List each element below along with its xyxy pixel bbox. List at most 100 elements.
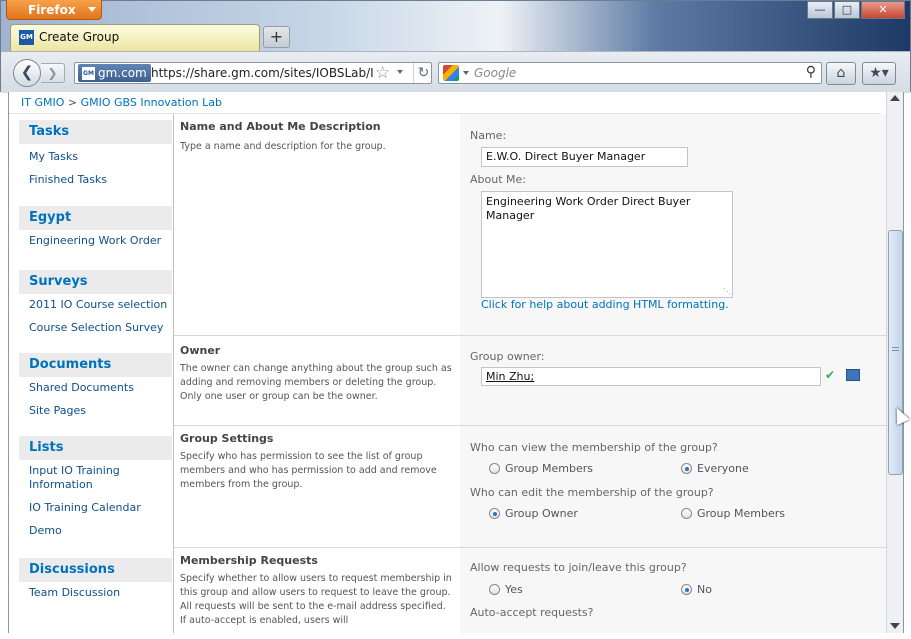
site-badge-label: gm.com [98,66,147,80]
window-controls: — □ ✕ [806,1,905,19]
search-engine-dropdown-icon[interactable] [463,71,469,75]
nav-heading-lists[interactable]: Lists [19,436,172,460]
allow-radio-yes[interactable]: Yes [489,583,523,596]
nav-heading-discussions[interactable]: Discussions [19,558,172,582]
chevron-down-icon [88,7,96,12]
edit-radio-group-members[interactable]: Group Members [681,507,785,520]
nav-item-input-io-training[interactable]: Input IO Training Information [19,460,129,492]
nav-item-shared-documents[interactable]: Shared Documents [19,377,172,395]
nav-heading-tasks[interactable]: Tasks [19,120,172,144]
edit-membership-question: Who can edit the membership of the group… [470,486,714,499]
nav-heading-documents[interactable]: Documents [19,353,172,377]
membership-requests-title: Membership Requests [180,554,318,567]
name-label: Name: [470,129,507,142]
vertical-scrollbar[interactable] [886,92,903,633]
owner-section-controls: Group owner: Min Zhu; ✔ [460,336,886,425]
firefox-menu-button[interactable]: Firefox [6,0,102,20]
minimize-button[interactable]: — [807,1,833,19]
nav-item-finished-tasks[interactable]: Finished Tasks [19,164,172,187]
tab-create-group[interactable]: GM Create Group [10,24,260,51]
scrollbar-thumb[interactable] [888,230,903,475]
name-section-description: Name and About Me Description Type a nam… [174,114,460,335]
view-radio-group-members[interactable]: Group Members [489,462,593,475]
site-identity-badge[interactable]: GM gm.com [78,64,151,82]
nav-item-my-tasks[interactable]: My Tasks [19,144,172,164]
breadcrumb-current-link[interactable]: GMIO GBS Innovation Lab [81,96,222,109]
address-bar[interactable]: GM gm.com https://share.gm.com/sites/IOBS… [74,62,432,84]
breadcrumb-root-link[interactable]: IT GMIO [21,96,64,109]
about-me-textarea[interactable]: Engineering Work Order Direct Buyer Mana… [481,191,733,298]
group-owner-label: Group owner: [470,350,545,363]
bookmarks-button[interactable]: ★▾ [862,62,896,85]
group-settings-controls: Who can view the membership of the group… [460,426,886,547]
owner-section-title: Owner [180,344,221,357]
membership-requests-description: Membership Requests Specify whether to a… [174,548,460,633]
radio-label: Everyone [697,462,749,475]
edit-radio-group-owner[interactable]: Group Owner [489,507,578,520]
nav-item-engineering-work-order[interactable]: Engineering Work Order [19,230,172,248]
nav-heading-egypt[interactable]: Egypt [19,206,172,230]
check-names-icon[interactable]: ✔ [825,368,835,382]
close-button[interactable]: ✕ [861,1,905,19]
google-engine-icon[interactable] [443,65,459,81]
radio-selected-icon[interactable] [489,508,500,519]
search-box[interactable]: Google ⚲ [438,62,822,84]
html-formatting-help-link[interactable]: Click for help about adding HTML formatt… [481,298,729,311]
group-settings-text: Specify who has permission to see the li… [180,451,437,490]
radio-label: Group Members [505,462,593,475]
back-button[interactable]: ❮ [13,59,41,87]
nav-heading-surveys[interactable]: Surveys [19,270,172,294]
group-settings-section: Group Settings Specify who has permissio… [174,426,886,548]
name-section-text: Type a name and description for the grou… [180,141,386,152]
membership-requests-text: Specify whether to allow users to reques… [180,573,452,626]
scroll-up-icon[interactable] [890,95,900,101]
radio-selected-icon[interactable] [681,584,692,595]
allow-requests-question: Allow requests to join/leave this group? [470,561,687,574]
nav-item-course-selection-2011[interactable]: 2011 IO Course selection [19,294,172,312]
group-settings-title: Group Settings [180,432,274,445]
radio-icon[interactable] [681,508,692,519]
quick-launch-nav: Tasks My Tasks Finished Tasks Egypt Engi… [19,116,172,633]
name-section: Name and About Me Description Type a nam… [174,114,886,336]
radio-label: No [697,583,712,596]
navigation-toolbar: ❮ ❯ GM gm.com https://share.gm.com/sites/… [0,54,911,90]
radio-label: Yes [505,583,523,596]
radio-label: Group Owner [505,507,578,520]
radio-label: Group Members [697,507,785,520]
about-me-label: About Me: [470,173,526,186]
radio-icon[interactable] [489,584,500,595]
url-text[interactable]: https://share.gm.com/sites/IOBSLab/IOITT [151,66,373,80]
nav-item-io-training-calendar[interactable]: IO Training Calendar [19,492,172,515]
scroll-down-icon[interactable] [890,623,900,629]
url-history-dropdown-icon[interactable] [397,70,403,74]
new-tab-button[interactable]: + [263,26,290,48]
resize-grip-icon[interactable]: ⋱ [723,287,731,296]
group-owner-input[interactable]: Min Zhu; [481,367,821,386]
search-icon[interactable]: ⚲ [806,64,816,80]
nav-item-site-pages[interactable]: Site Pages [19,395,172,418]
view-radio-everyone[interactable]: Everyone [681,462,749,475]
reload-button[interactable]: ↻ [413,63,433,83]
home-button[interactable]: ⌂ [826,62,856,85]
nav-item-demo[interactable]: Demo [19,515,172,538]
tab-title: Create Group [39,30,120,44]
page-viewport: IT GMIO > GMIO GBS Innovation Lab Tasks … [8,92,904,633]
name-input[interactable]: E.W.O. Direct Buyer Manager [481,147,688,167]
nav-item-course-selection-survey[interactable]: Course Selection Survey [19,312,172,335]
breadcrumb: IT GMIO > GMIO GBS Innovation Lab [9,92,881,114]
name-section-controls: Name: E.W.O. Direct Buyer Manager About … [460,114,886,335]
nav-item-team-discussion[interactable]: Team Discussion [19,582,172,600]
radio-selected-icon[interactable] [681,463,692,474]
address-book-icon[interactable] [846,369,860,381]
allow-radio-no[interactable]: No [681,583,712,596]
radio-icon[interactable] [489,463,500,474]
membership-requests-section: Membership Requests Specify whether to a… [174,548,886,633]
grip-icon [892,347,899,351]
owner-section-description: Owner The owner can change anything abou… [174,336,460,425]
site-favicon-icon: GM [19,30,34,45]
membership-requests-controls: Allow requests to join/leave this group?… [460,548,886,633]
maximize-button[interactable]: □ [834,1,860,19]
forward-button[interactable]: ❯ [41,63,65,83]
bookmark-star-icon[interactable]: ☆ [375,63,390,83]
owner-section-text: The owner can change anything about the … [180,363,452,402]
